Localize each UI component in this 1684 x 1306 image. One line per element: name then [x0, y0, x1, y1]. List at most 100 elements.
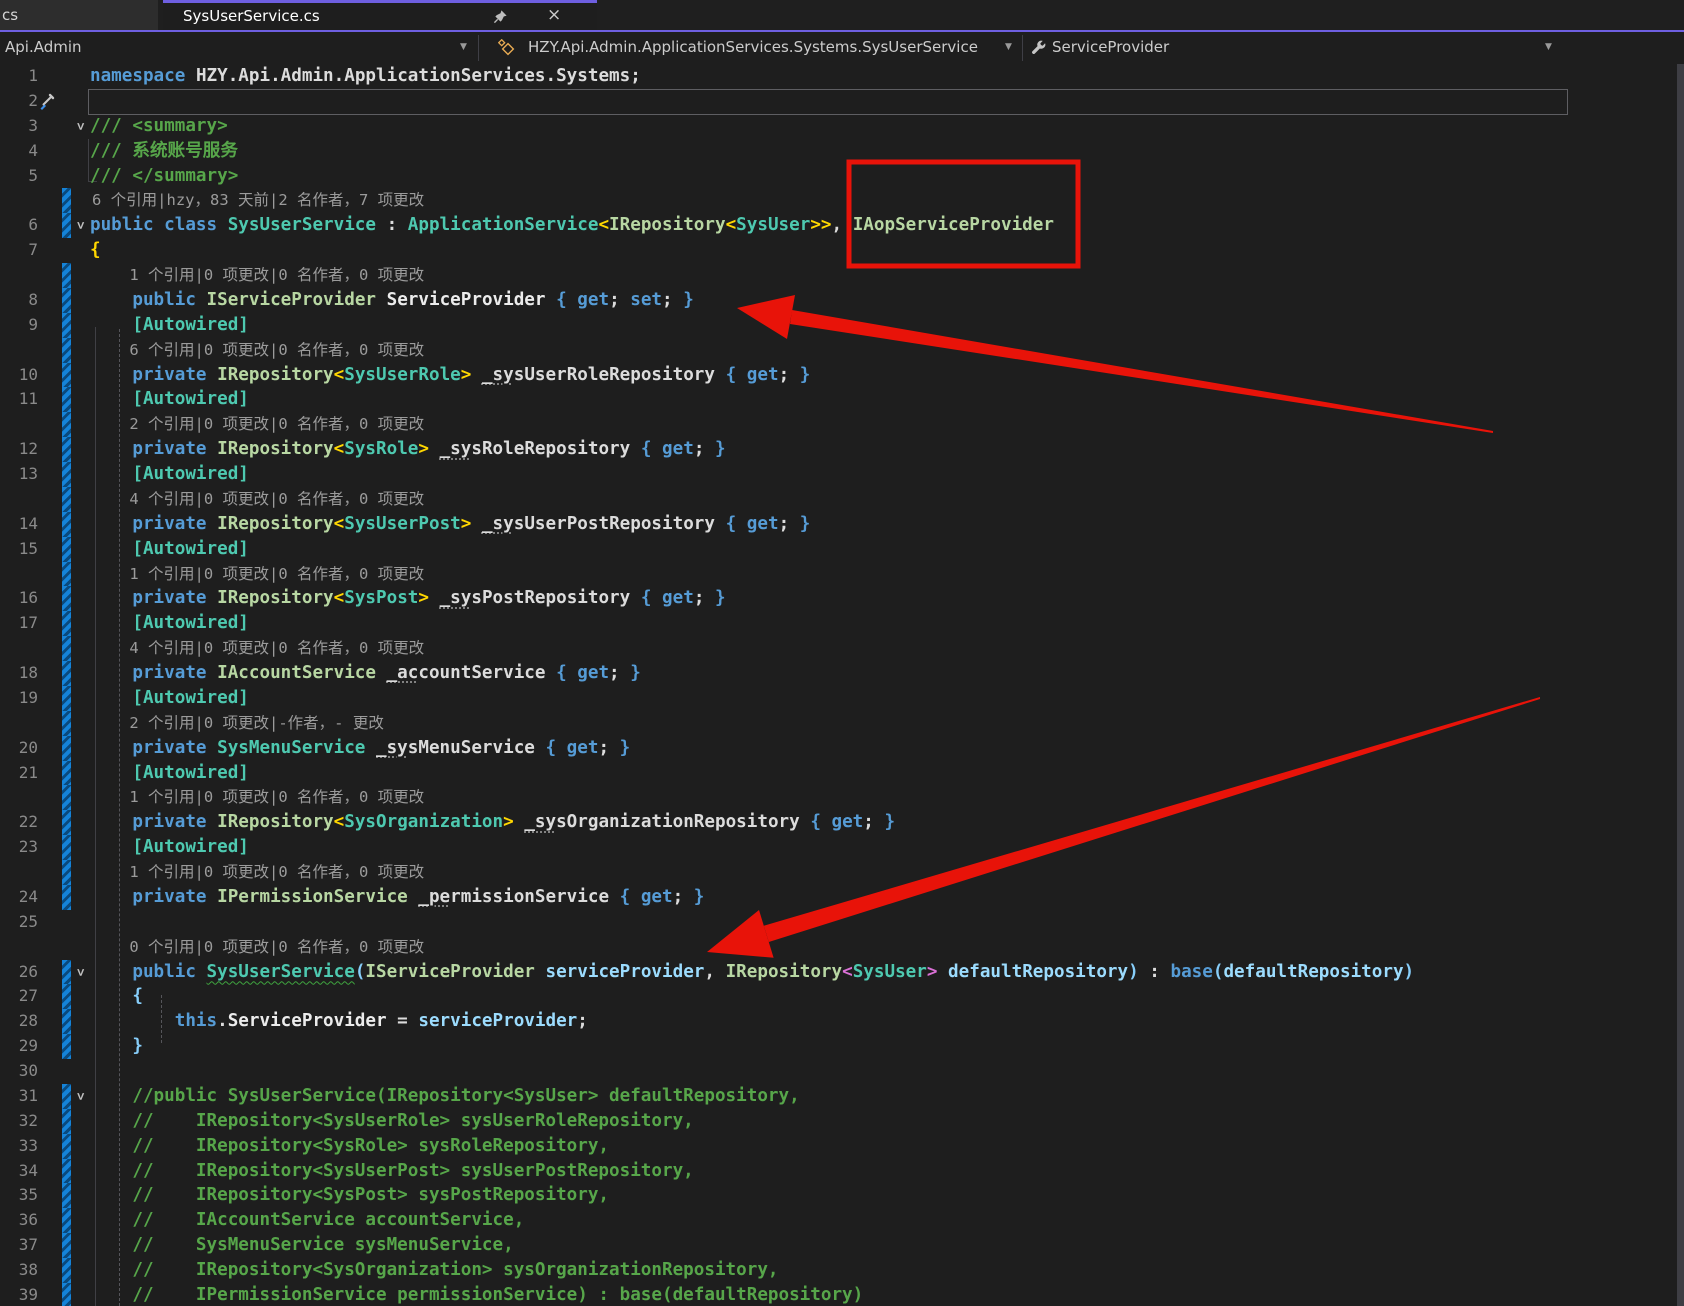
code-line[interactable]: 22 private IRepository<SysOrganization> …	[0, 810, 1684, 836]
line-number[interactable]: 33	[0, 1134, 38, 1159]
codelens-text[interactable]: 4 个引用|0 项更改|0 名作者，0 项更改	[92, 636, 424, 661]
line-number[interactable]: 6	[0, 213, 38, 238]
line-number[interactable]: 26	[0, 960, 38, 985]
line-number[interactable]: 1	[0, 64, 38, 89]
code-line[interactable]: 30	[0, 1059, 1684, 1084]
code-line[interactable]: 38 // IRepository<SysOrganization> sysOr…	[0, 1258, 1684, 1283]
code-line[interactable]: 1 namespace HZY.Api.Admin.ApplicationServ…	[0, 64, 1684, 89]
codelens-line[interactable]: 4 个引用|0 项更改|0 名作者，0 项更改	[0, 636, 1684, 661]
line-number[interactable]: 39	[0, 1283, 38, 1306]
codelens-line[interactable]: 1 个引用|0 项更改|0 名作者，0 项更改	[0, 561, 1684, 587]
line-number[interactable]: 37	[0, 1233, 38, 1258]
member-dropdown[interactable]: ServiceProvider	[1052, 38, 1169, 56]
codelens-line[interactable]: 1 个引用|0 项更改|0 名作者，0 项更改	[0, 860, 1684, 885]
line-number[interactable]: 18	[0, 661, 38, 686]
line-number[interactable]: 28	[0, 1009, 38, 1034]
codelens-line[interactable]: 2 个引用|0 项更改|0 名作者，0 项更改	[0, 412, 1684, 438]
code-line[interactable]: 36 // IAccountService accountService,	[0, 1208, 1684, 1234]
codelens-line[interactable]: 0 个引用|0 项更改|0 名作者，0 项更改	[0, 935, 1684, 960]
code-line[interactable]: 13 [Autowired]	[0, 462, 1684, 487]
code-line[interactable]: 5 /// </summary>	[0, 164, 1684, 189]
code-line[interactable]: 26 > public SysUserService(IServiceProvid…	[0, 959, 1684, 985]
code-line[interactable]: 27 {	[0, 984, 1684, 1010]
line-number[interactable]: 9	[0, 313, 38, 338]
code-line[interactable]: 25	[0, 910, 1684, 935]
code-line[interactable]: 19 [Autowired]	[0, 685, 1684, 711]
code-line[interactable]: 20 private SysMenuService _sysMenuServic…	[0, 735, 1684, 761]
code-line[interactable]: 39 // IPermissionService permissionServi…	[0, 1282, 1684, 1306]
code-line[interactable]: 24 private IPermissionService _permissio…	[0, 884, 1684, 910]
line-number[interactable]: 10	[0, 363, 38, 388]
line-number[interactable]: 17	[0, 611, 38, 636]
line-number[interactable]: 11	[0, 387, 38, 412]
line-number[interactable]: 20	[0, 736, 38, 761]
code-line[interactable]: 33 // IRepository<SysRole> sysRoleReposi…	[0, 1133, 1684, 1159]
codelens-text[interactable]: 1 个引用|0 项更改|0 名作者，0 项更改	[92, 562, 424, 587]
line-number[interactable]: 38	[0, 1258, 38, 1283]
codelens-line[interactable]: 1 个引用|0 项更改|0 名作者，0 项更改	[0, 785, 1684, 811]
line-number[interactable]: 13	[0, 462, 38, 487]
chevron-down-icon[interactable]: ▼	[460, 42, 467, 52]
code-line[interactable]: 14 private IRepository<SysUserPost> _sys…	[0, 511, 1684, 537]
codelens-line[interactable]: 1 个引用|0 项更改|0 名作者，0 项更改	[0, 263, 1684, 288]
line-number[interactable]: 21	[0, 761, 38, 786]
line-number[interactable]: 30	[0, 1059, 38, 1084]
codelens-line[interactable]: 4 个引用|0 项更改|0 名作者，0 项更改	[0, 486, 1684, 512]
line-number[interactable]: 2	[0, 89, 38, 114]
fold-chevron-icon[interactable]: >	[67, 1087, 92, 1105]
pin-icon[interactable]	[493, 9, 508, 28]
codelens-text[interactable]: 1 个引用|0 项更改|0 名作者，0 项更改	[92, 860, 424, 885]
code-line[interactable]: 11 [Autowired]	[0, 387, 1684, 413]
code-line[interactable]: 3 >/// <summary>	[0, 114, 1684, 139]
codelens-text[interactable]: 2 个引用|0 项更改|-作者，- 更改	[92, 711, 384, 736]
codelens-text[interactable]: 4 个引用|0 项更改|0 名作者，0 项更改	[92, 487, 424, 512]
line-number[interactable]: 5	[0, 164, 38, 189]
quick-actions-screwdriver-icon[interactable]	[38, 92, 55, 115]
codelens-text[interactable]: 1 个引用|0 项更改|0 名作者，0 项更改	[92, 785, 424, 810]
line-number[interactable]: 29	[0, 1034, 38, 1059]
line-number[interactable]: 35	[0, 1183, 38, 1208]
line-number[interactable]: 16	[0, 586, 38, 611]
tab-background-document[interactable]: cs	[0, 0, 158, 30]
code-line[interactable]: 18 private IAccountService _accountServi…	[0, 661, 1684, 686]
line-number[interactable]: 12	[0, 437, 38, 462]
code-line[interactable]: 28 this.ServiceProvider = serviceProvide…	[0, 1009, 1684, 1035]
code-line[interactable]: 4 /// 系统账号服务	[0, 139, 1684, 164]
line-number[interactable]: 24	[0, 885, 38, 910]
line-number[interactable]: 22	[0, 810, 38, 835]
line-number[interactable]: 27	[0, 984, 38, 1009]
codelens-text[interactable]: 2 个引用|0 项更改|0 名作者，0 项更改	[92, 412, 424, 437]
line-number[interactable]: 3	[0, 114, 38, 139]
codelens-line[interactable]: 6 个引用|0 项更改|0 名作者，0 项更改	[0, 337, 1684, 363]
code-line[interactable]: 21 [Autowired]	[0, 760, 1684, 786]
code-line[interactable]: 12 private IRepository<SysRole> _sysRole…	[0, 437, 1684, 462]
codelens-text[interactable]: 0 个引用|0 项更改|0 名作者，0 项更改	[92, 935, 424, 960]
codelens-line[interactable]: 2 个引用|0 项更改|-作者，- 更改	[0, 710, 1684, 736]
line-number[interactable]: 8	[0, 288, 38, 313]
code-line[interactable]: 2	[0, 88, 1684, 115]
code-line[interactable]: 34 // IRepository<SysUserPost> sysUserPo…	[0, 1158, 1684, 1184]
vertical-scrollbar[interactable]	[1677, 64, 1684, 1306]
code-line[interactable]: 35 // IRepository<SysPost> sysPostReposi…	[0, 1183, 1684, 1209]
fold-chevron-icon[interactable]: >	[67, 963, 92, 981]
line-number[interactable]: 36	[0, 1208, 38, 1233]
code-line[interactable]: 6 > public class SysUserService : Applicat…	[0, 213, 1684, 239]
code-line[interactable]: 29 }	[0, 1034, 1684, 1059]
line-number[interactable]: 25	[0, 910, 38, 935]
tab-active-document[interactable]: SysUserService.cs ×	[163, 0, 597, 33]
codelens-line[interactable]: 6 个引用|hzy，83 天前|2 名作者，7 项更改	[0, 188, 1684, 214]
code-line[interactable]: 32 // IRepository<SysUserRole> sysUserRo…	[0, 1108, 1684, 1134]
code-line[interactable]: 8 public IServiceProvider ServiceProvide…	[0, 287, 1684, 313]
codelens-text[interactable]: 6 个引用|0 项更改|0 名作者，0 项更改	[92, 338, 424, 363]
line-number[interactable]: 34	[0, 1159, 38, 1184]
code-line[interactable]: 31 > //public SysUserService(IRepository<…	[0, 1083, 1684, 1109]
line-number[interactable]: 32	[0, 1109, 38, 1134]
line-number[interactable]: 14	[0, 512, 38, 537]
code-line[interactable]: 37 // SysMenuService sysMenuService,	[0, 1233, 1684, 1258]
code-line[interactable]: 10 private IRepository<SysUserRole> _sys…	[0, 362, 1684, 388]
line-number[interactable]: 4	[0, 139, 38, 164]
fold-chevron-icon[interactable]: >	[67, 117, 92, 135]
code-line[interactable]: 7{	[0, 238, 1684, 263]
code-editor[interactable]: 1 namespace HZY.Api.Admin.ApplicationServ…	[0, 64, 1684, 1306]
code-line[interactable]: 17 [Autowired]	[0, 611, 1684, 637]
